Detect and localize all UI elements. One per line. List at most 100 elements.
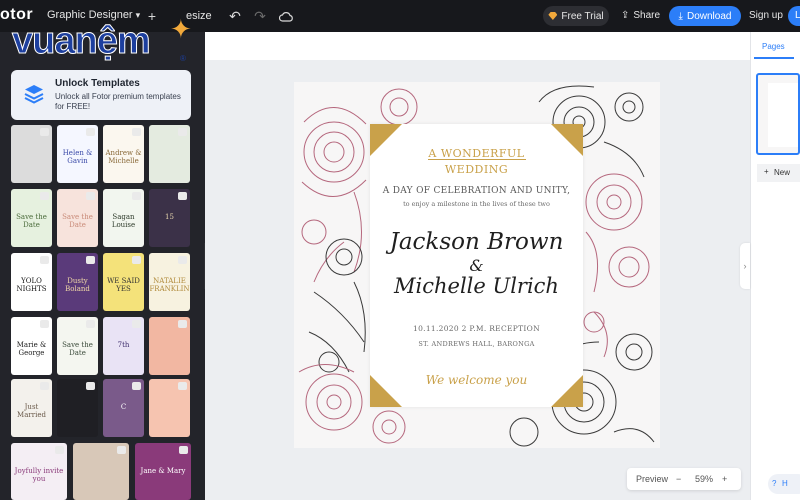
template-thumbnail-text: Joyfully invite you — [14, 466, 64, 483]
template-thumbnail-text: 15 — [165, 213, 174, 222]
template-thumbnail-text: Helen & Gavin — [62, 149, 93, 166]
share-label: Share — [633, 10, 661, 21]
chevron-right-icon: › — [743, 261, 747, 271]
zoom-bar: Preview − 59% + — [627, 468, 741, 490]
favorite-icon[interactable] — [179, 446, 188, 454]
template-thumbnail[interactable]: Just Married — [11, 379, 52, 437]
favorite-icon[interactable] — [86, 320, 95, 328]
favorite-icon[interactable] — [40, 128, 49, 136]
template-thumbnail[interactable]: Marie & George — [11, 317, 52, 375]
template-thumbnail[interactable]: Joyfully invite you — [11, 443, 67, 500]
favorite-icon[interactable] — [86, 256, 95, 264]
login-button[interactable]: L — [788, 6, 800, 26]
template-thumbnail-text: 7th — [117, 341, 130, 350]
redo-icon[interactable]: ↷ — [249, 5, 271, 27]
template-thumbnail[interactable] — [57, 379, 98, 437]
sparkle-icon: ✦ — [170, 14, 192, 44]
help-button[interactable]: ? H — [768, 474, 800, 494]
welcome-line[interactable]: We welcome you — [370, 373, 583, 387]
layers-icon — [24, 85, 44, 104]
new-page-button[interactable]: + New — [757, 164, 800, 182]
favorite-icon[interactable] — [178, 320, 187, 328]
template-thumbnail-text: Marie & George — [16, 341, 47, 358]
favorite-icon[interactable] — [86, 382, 95, 390]
favorite-icon[interactable] — [132, 382, 141, 390]
favorite-icon[interactable] — [132, 128, 141, 136]
template-thumbnail-text: Jane & Mary — [140, 466, 186, 475]
tab-pages-indicator — [754, 57, 794, 59]
bride-name[interactable]: Michelle Ulrich — [370, 274, 583, 298]
favorite-icon[interactable] — [132, 192, 141, 200]
favorite-icon[interactable] — [40, 320, 49, 328]
template-thumbnail[interactable]: Save the Date — [57, 317, 98, 375]
plus-icon: + — [764, 167, 769, 176]
template-thumbnail[interactable]: WE SAID YES — [103, 253, 144, 311]
favorite-icon[interactable] — [86, 192, 95, 200]
template-thumbnail-text: Save the Date — [62, 213, 93, 230]
template-thumbnail[interactable]: Jane & Mary — [135, 443, 191, 500]
favorite-icon[interactable] — [132, 256, 141, 264]
invitation-subtitle[interactable]: A DAY OF CELEBRATION AND UNITY, — [370, 186, 583, 196]
page-thumbnail[interactable] — [756, 73, 800, 155]
template-thumbnail[interactable]: 15 — [149, 189, 190, 247]
help-label: H — [782, 479, 788, 488]
template-panel: Unlock Templates Unlock all Fotor premiu… — [0, 32, 205, 500]
template-thumbnail[interactable]: Sagan Louise — [103, 189, 144, 247]
template-thumbnail[interactable]: C — [103, 379, 144, 437]
template-thumbnail[interactable]: Save the Date — [57, 189, 98, 247]
template-thumbnail-text: Save the Date — [16, 213, 47, 230]
favorite-icon[interactable] — [40, 256, 49, 264]
registered-mark: ® — [180, 54, 186, 63]
template-thumbnail[interactable]: 7th — [103, 317, 144, 375]
venue-line[interactable]: ST. ANDREWS HALL, BARONGA — [370, 340, 583, 348]
download-label: Download — [686, 10, 732, 22]
favorite-icon[interactable] — [178, 382, 187, 390]
favorite-icon[interactable] — [40, 192, 49, 200]
template-thumbnail[interactable] — [149, 317, 190, 375]
template-thumbnail[interactable]: Andrew & Michelle — [103, 125, 144, 183]
favorite-icon[interactable] — [178, 192, 187, 200]
page-thumbnail-card — [768, 83, 798, 147]
template-thumbnail[interactable]: YOLO NIGHTS — [11, 253, 52, 311]
favorite-icon[interactable] — [117, 446, 126, 454]
template-thumbnail[interactable] — [11, 125, 52, 183]
template-thumbnail[interactable] — [149, 125, 190, 183]
favorite-icon[interactable] — [178, 256, 187, 264]
share-icon: ⇪ — [621, 10, 630, 21]
unlock-templates-card[interactable]: Unlock Templates Unlock all Fotor premiu… — [11, 70, 191, 120]
tab-pages[interactable]: Pages — [762, 42, 785, 51]
groom-name[interactable]: Jackson Brown — [370, 229, 583, 255]
template-thumbnail[interactable] — [149, 379, 190, 437]
template-thumbnail[interactable]: Dusty Boland — [57, 253, 98, 311]
template-thumbnail[interactable]: NATALIE FRANKLIN — [149, 253, 190, 311]
favorite-icon[interactable] — [55, 446, 64, 454]
cloud-save-icon[interactable] — [275, 5, 297, 27]
favorite-icon[interactable] — [40, 382, 49, 390]
template-thumbnail-text: C — [120, 403, 127, 412]
vuanem-logo: vuanệm — [12, 20, 152, 62]
ampersand[interactable]: & — [370, 256, 583, 275]
signup-link[interactable]: Sign up — [749, 10, 783, 21]
zoom-value: 59% — [695, 474, 714, 484]
zoom-out-button[interactable]: − — [676, 474, 681, 484]
collapse-right-panel-button[interactable]: › — [740, 243, 750, 289]
date-line[interactable]: 10.11.2020 2 P.M. RECEPTION — [370, 324, 583, 333]
share-button[interactable]: ⇪ Share — [621, 10, 660, 21]
template-thumbnail[interactable] — [73, 443, 129, 500]
invitation-title-line2[interactable]: WEDDING — [370, 163, 583, 176]
template-thumbnail-text: Save the Date — [62, 341, 93, 358]
template-thumbnail[interactable]: Helen & Gavin — [57, 125, 98, 183]
template-thumbnail-text: Andrew & Michelle — [105, 149, 142, 166]
favorite-icon[interactable] — [86, 128, 95, 136]
template-thumbnail[interactable]: Save the Date — [11, 189, 52, 247]
template-thumbnail-text: Just Married — [17, 403, 46, 420]
title-divider — [428, 159, 526, 160]
favorite-icon[interactable] — [132, 320, 141, 328]
favorite-icon[interactable] — [178, 128, 187, 136]
zoom-in-button[interactable]: + — [722, 474, 727, 484]
preview-button[interactable]: Preview — [636, 474, 668, 484]
undo-icon[interactable]: ↶ — [224, 5, 246, 27]
free-trial-button[interactable]: Free Trial — [543, 6, 609, 26]
invitation-subtitle-small[interactable]: to enjoy a milestone in the lives of the… — [370, 200, 583, 208]
download-button[interactable]: ⤓ Download — [669, 6, 741, 26]
